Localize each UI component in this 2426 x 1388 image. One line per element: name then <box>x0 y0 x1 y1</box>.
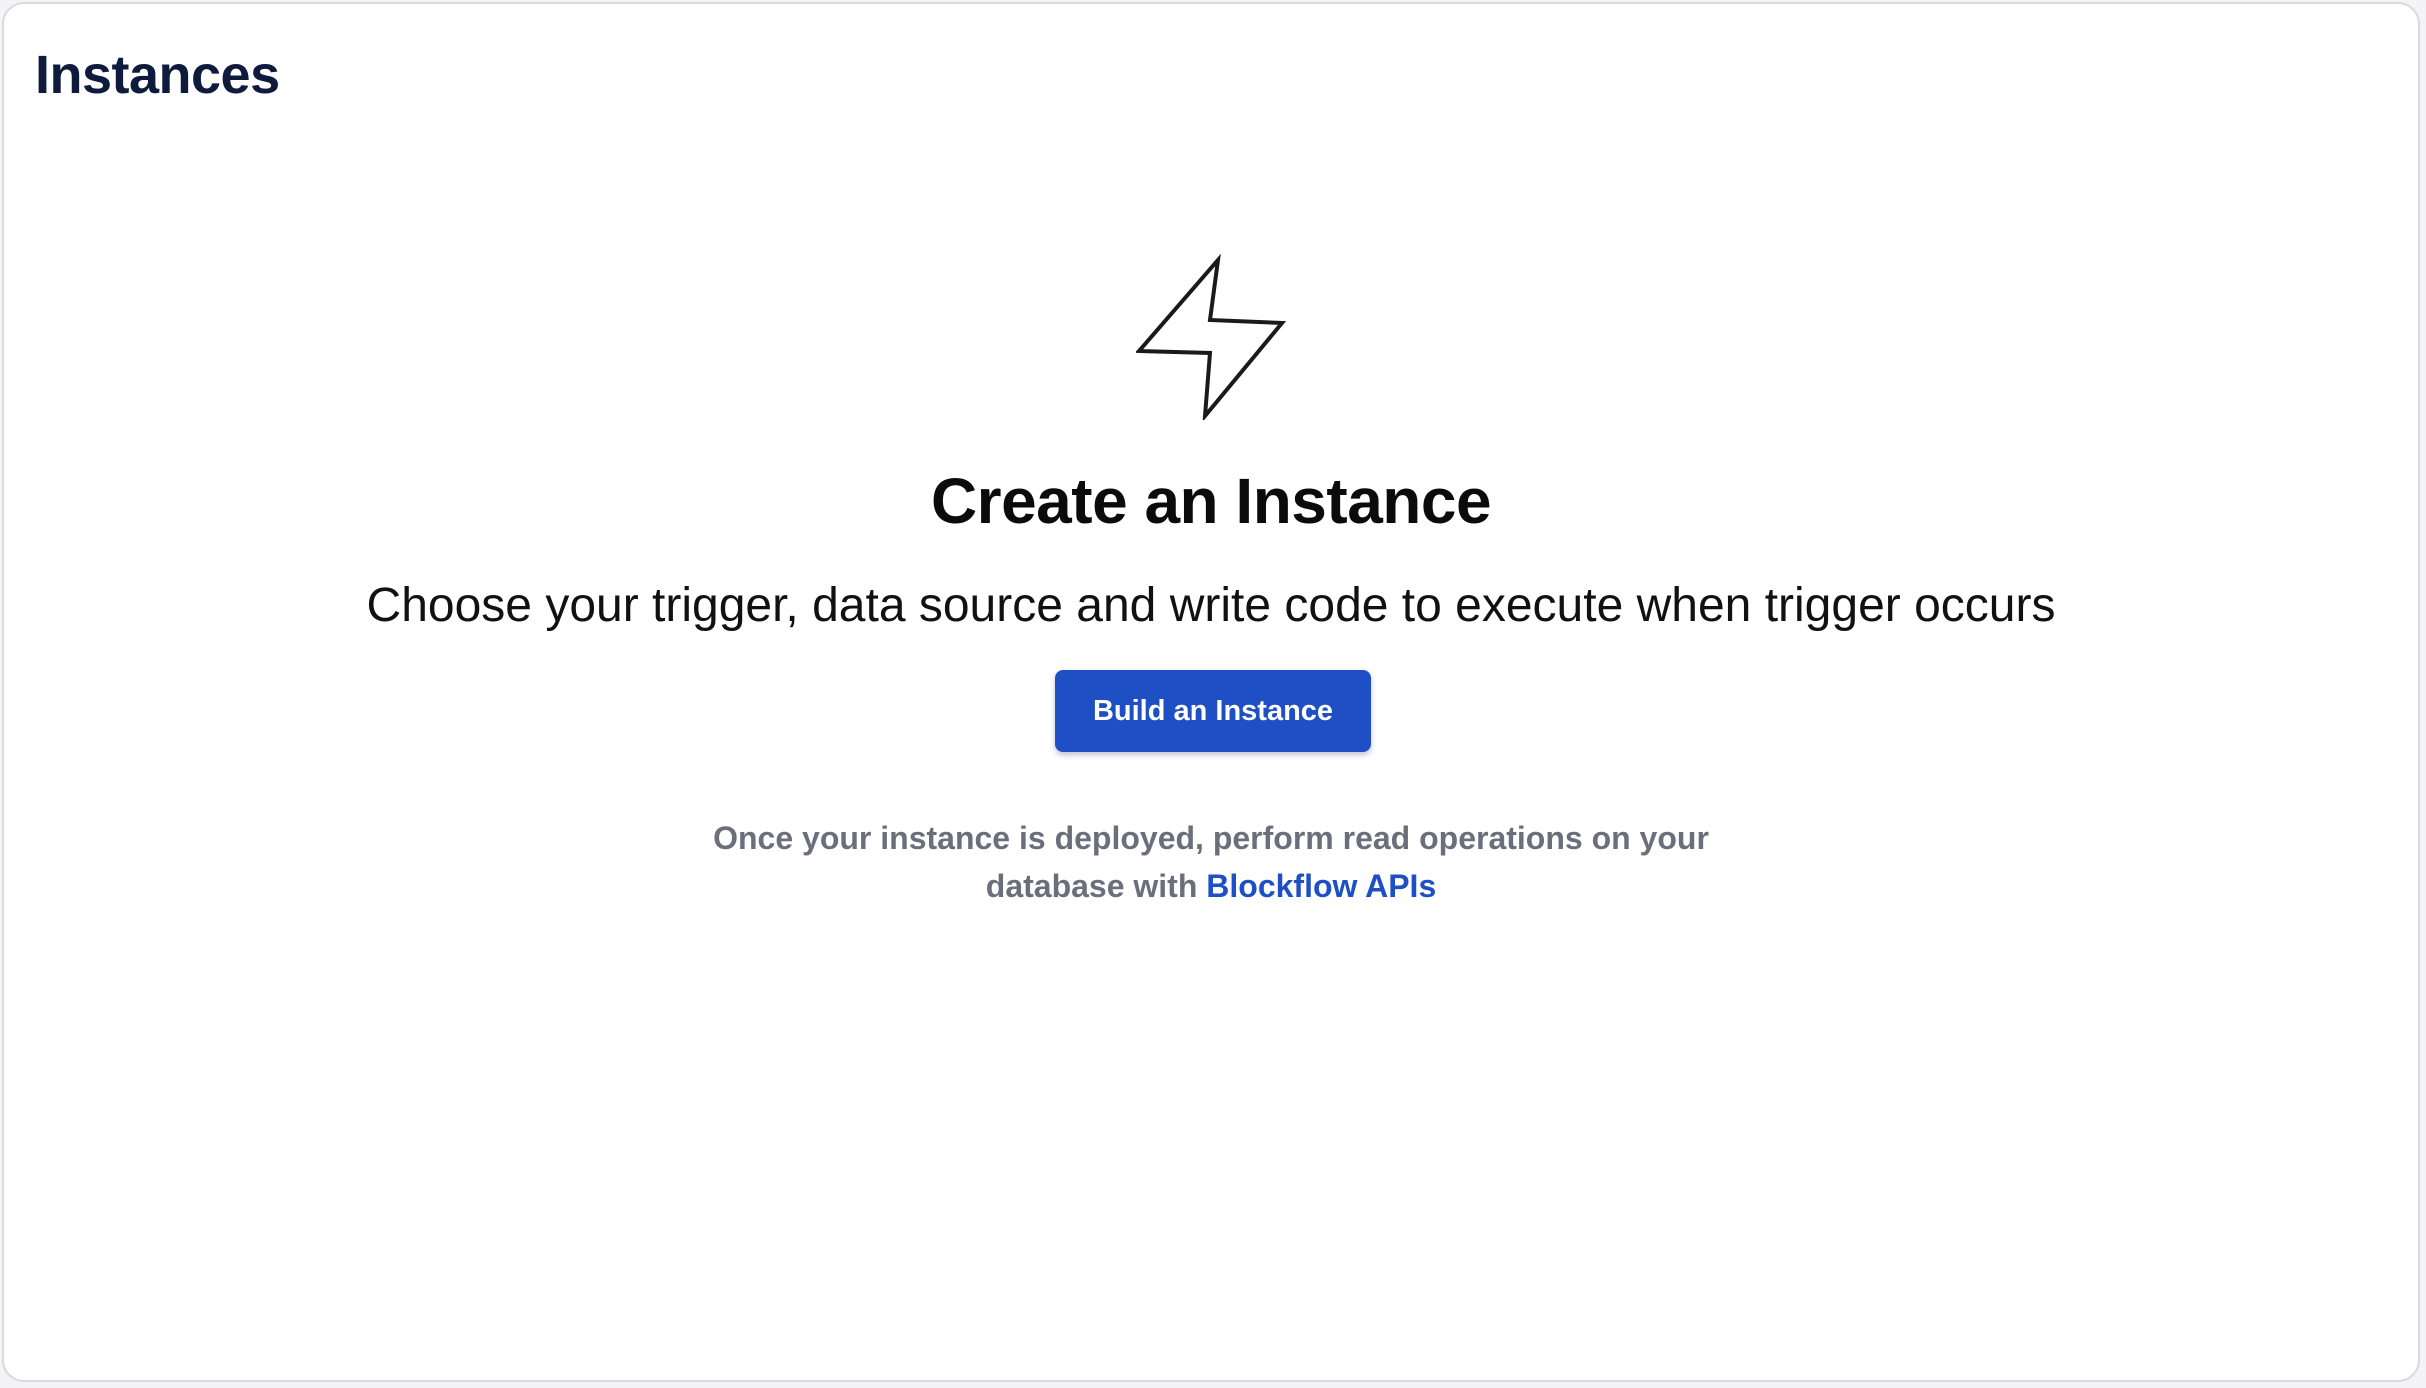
lightning-bolt-icon <box>1136 253 1287 420</box>
helper-text-line1: Once your instance is deployed, perform … <box>713 820 1709 856</box>
instances-page: Instances Create an Instance Choose your… <box>2 2 2420 1382</box>
helper-text-line2: database with <box>985 868 1198 904</box>
empty-state-title: Create an Instance <box>930 465 1492 537</box>
build-instance-button[interactable]: Build an Instance <box>1055 670 1371 752</box>
helper-text: Once your instance is deployed, perform … <box>4 814 2418 910</box>
empty-state-description: Choose your trigger, data source and wri… <box>366 579 2056 632</box>
page-title: Instances <box>35 45 280 105</box>
blockflow-apis-link[interactable]: Blockflow APIs <box>1206 868 1436 904</box>
